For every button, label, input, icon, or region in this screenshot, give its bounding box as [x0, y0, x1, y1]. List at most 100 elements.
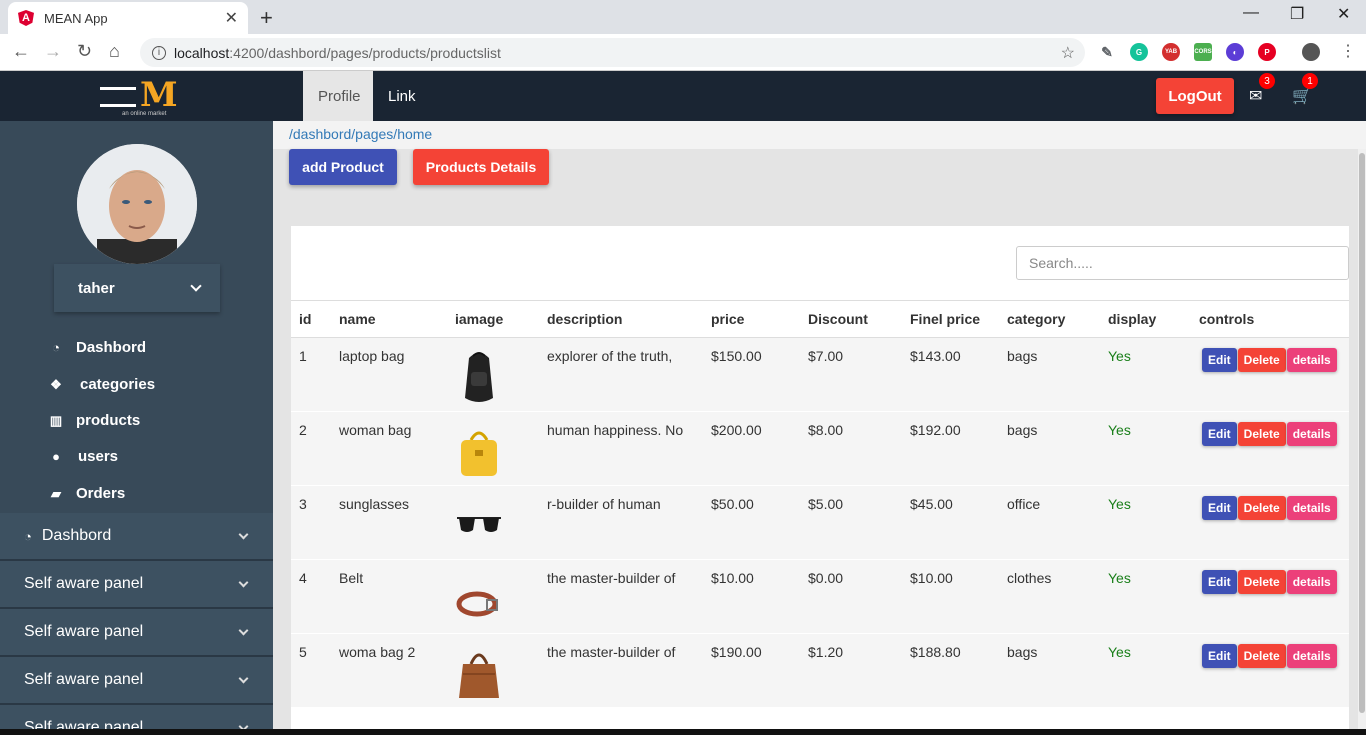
eyedropper-icon[interactable]: ✎: [1098, 43, 1116, 61]
delete-button[interactable]: Delete: [1237, 348, 1286, 372]
avatar-portrait-image: [77, 144, 197, 264]
pinterest-icon[interactable]: P: [1258, 43, 1276, 61]
cell-price: $150.00: [711, 348, 762, 364]
taskbar: [0, 729, 1366, 735]
cell-description: the master-builder of: [547, 570, 676, 586]
angular-favicon-icon: A: [18, 10, 34, 26]
main-scrollbar[interactable]: [1358, 149, 1366, 735]
cell-discount: $1.20: [808, 644, 844, 660]
edit-button[interactable]: Edit: [1202, 570, 1237, 594]
edit-button[interactable]: Edit: [1202, 496, 1237, 520]
details-button[interactable]: details: [1286, 496, 1337, 520]
products-details-button[interactable]: Products Details: [413, 149, 549, 185]
cell-discount: $8.00: [808, 422, 844, 438]
search-input[interactable]: [1016, 246, 1349, 280]
cell-discount: $5.00: [808, 496, 844, 512]
logo-tagline: an online market: [122, 111, 167, 117]
sunglasses-image: [457, 517, 501, 532]
cell-controls: Edit Delete details: [1191, 338, 1349, 412]
add-product-button[interactable]: add Product: [289, 149, 397, 185]
col-price: price: [711, 311, 745, 327]
scrollbar-thumb[interactable]: [1359, 153, 1365, 713]
shopping-bag-icon: ▰: [51, 485, 61, 501]
breadcrumb-link[interactable]: /dashbord/pages/home: [289, 126, 432, 142]
profile-avatar-icon[interactable]: [1302, 43, 1320, 61]
cell-final-price: $192.00: [910, 422, 961, 438]
logout-button[interactable]: LogOut: [1156, 78, 1234, 114]
edit-button[interactable]: Edit: [1202, 348, 1237, 372]
menu-kebab-icon[interactable]: ⋮: [1340, 41, 1356, 61]
details-button[interactable]: details: [1286, 644, 1337, 668]
cell-price: $200.00: [711, 422, 762, 438]
panel-label: Self aware panel: [24, 671, 144, 688]
chevron-down-icon: [238, 577, 249, 588]
cell-category: bags: [1007, 644, 1038, 660]
col-category: category: [1007, 311, 1066, 327]
sidebar-item-products[interactable]: ▥ products: [48, 412, 140, 429]
cell-name: woma bag 2: [339, 644, 416, 660]
back-icon[interactable]: ←: [12, 41, 30, 62]
url-field[interactable]: i localhost:4200/dashbord/pages/products…: [140, 38, 1085, 67]
details-button[interactable]: details: [1286, 348, 1337, 372]
sidebar-item-orders[interactable]: ▰ Orders: [48, 485, 125, 502]
site-logo[interactable]: M an online market: [100, 75, 180, 117]
cell-display: Yes: [1108, 348, 1131, 364]
forward-icon[interactable]: →: [44, 41, 62, 62]
table-row: 3 sunglasses r-builder of human $50.00 $…: [291, 485, 1349, 560]
cell-controls: Edit Delete details: [1191, 486, 1349, 560]
details-button[interactable]: details: [1286, 570, 1337, 594]
cell-controls: Edit Delete details: [1191, 634, 1349, 708]
chevron-down-icon: [190, 280, 202, 292]
delete-button[interactable]: Delete: [1237, 644, 1286, 668]
minimize-icon[interactable]: —: [1243, 4, 1259, 22]
col-controls: controls: [1199, 311, 1255, 327]
panel-dashbord[interactable]: ◔ Dashbord: [0, 513, 273, 561]
edit-button[interactable]: Edit: [1202, 422, 1237, 446]
tab-profile[interactable]: Profile: [303, 71, 373, 121]
yab-icon[interactable]: YAB: [1162, 43, 1180, 61]
dashboard-icon: ◔: [24, 528, 32, 544]
mail-icon[interactable]: ✉: [1249, 86, 1262, 106]
logo-lines: [100, 87, 136, 107]
cell-description: explorer of the truth,: [547, 348, 673, 364]
browser-tab-bar: A MEAN App ✕ + — ❐ ✕: [0, 0, 1366, 34]
cell-name: laptop bag: [339, 348, 405, 364]
user-dropdown[interactable]: taher: [54, 264, 220, 312]
products-table: id name iamage description price Discoun…: [291, 300, 1349, 708]
delete-button[interactable]: Delete: [1237, 496, 1286, 520]
cell-final-price: $188.80: [910, 644, 961, 660]
sidebar-item-categories[interactable]: ❖ categories: [48, 376, 155, 393]
products-card: id name iamage description price Discoun…: [291, 226, 1349, 735]
sidebar-item-dashbord[interactable]: ◔ Dashbord: [48, 339, 146, 356]
restore-icon[interactable]: ❐: [1290, 4, 1304, 24]
delete-button[interactable]: Delete: [1237, 570, 1286, 594]
panel-self-aware-1[interactable]: Self aware panel: [0, 561, 273, 609]
edit-button[interactable]: Edit: [1202, 644, 1237, 668]
panel-self-aware-3[interactable]: Self aware panel: [0, 657, 273, 705]
chevron-down-icon: [238, 625, 249, 636]
reload-icon[interactable]: ↻: [77, 41, 92, 62]
browser-tab[interactable]: A MEAN App ✕: [8, 2, 248, 34]
tab-link[interactable]: Link: [373, 71, 431, 121]
home-icon[interactable]: ⌂: [109, 41, 120, 62]
sidebar-item-label: products: [76, 412, 141, 429]
cors-icon[interactable]: CORS: [1194, 43, 1212, 61]
cart-icon[interactable]: 🛒: [1292, 86, 1312, 106]
grammarly-icon[interactable]: G: [1130, 43, 1148, 61]
close-tab-icon[interactable]: ✕: [225, 8, 238, 28]
moon-icon[interactable]: ◐: [1226, 43, 1244, 61]
table-row: 5 woma bag 2 the master-builder of $190.…: [291, 633, 1349, 708]
info-icon[interactable]: i: [152, 45, 166, 60]
breadcrumb[interactable]: /dashbord/pages/home: [273, 121, 1366, 149]
sidebar-item-users[interactable]: ● users: [48, 448, 118, 465]
bookmark-star-icon[interactable]: ☆: [1061, 43, 1075, 63]
panel-self-aware-2[interactable]: Self aware panel: [0, 609, 273, 657]
sidebar-item-label: Orders: [76, 485, 126, 502]
cell-description: human happiness. No: [547, 422, 684, 438]
details-button[interactable]: details: [1286, 422, 1337, 446]
window-close-icon[interactable]: ✕: [1337, 4, 1350, 24]
new-tab-icon[interactable]: +: [260, 5, 273, 31]
cell-category: bags: [1007, 348, 1038, 364]
delete-button[interactable]: Delete: [1237, 422, 1286, 446]
cell-image: [447, 634, 539, 708]
